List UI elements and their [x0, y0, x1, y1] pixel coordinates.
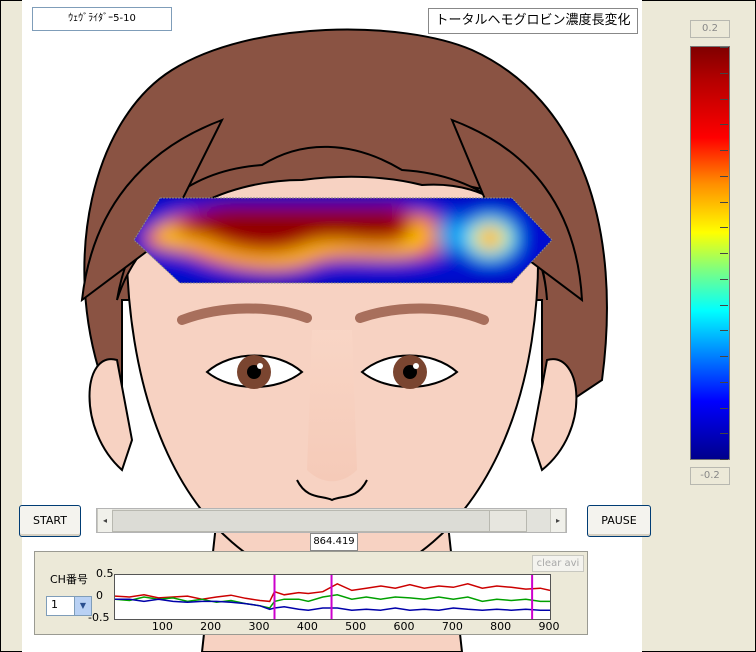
x-tick-label: 100 — [151, 620, 173, 633]
x-tick-label: 500 — [345, 620, 367, 633]
colorbar-tick — [720, 381, 728, 383]
slider-fill — [112, 510, 491, 532]
colorbar-max-label: 0.2 — [690, 20, 730, 38]
colorbar-tick — [720, 278, 728, 280]
x-tick-label: 300 — [248, 620, 270, 633]
x-tick-label: 200 — [200, 620, 222, 633]
colorbar-tick — [720, 72, 728, 74]
colorbar-tick — [720, 175, 728, 177]
colorbar-tick — [720, 150, 728, 151]
colorbar-tick — [720, 304, 728, 306]
colorbar-tick — [720, 407, 728, 409]
x-tick-label: 700 — [441, 620, 463, 633]
y-tick-label: 0.5 — [96, 567, 114, 580]
colorbar-tick — [720, 124, 728, 126]
x-tick-label: 900 — [538, 620, 560, 633]
colorbar-tick — [720, 227, 728, 229]
colorbar-tick — [720, 459, 728, 460]
x-tick-label: 400 — [296, 620, 318, 633]
slider-track[interactable] — [112, 509, 551, 532]
colorbar-tick — [720, 356, 728, 357]
colorbar-tick — [720, 330, 728, 332]
start-button[interactable]: START — [19, 505, 81, 537]
colorbar-min-label: -0.2 — [690, 467, 730, 485]
file-label: ｳｪｳﾞﾗｲﾀﾞｰ5-10 — [32, 7, 172, 31]
x-tick-label: 800 — [490, 620, 512, 633]
slider-right-arrow-icon[interactable]: ▸ — [550, 509, 566, 532]
y-tick-label: -0.5 — [88, 611, 110, 624]
y-tick-label: 0 — [96, 589, 103, 602]
colorbar-tick — [720, 98, 728, 100]
colorbar-tick — [720, 47, 728, 48]
channel-select[interactable]: 1 ▼ — [46, 596, 92, 616]
slider-left-arrow-icon[interactable]: ◂ — [97, 509, 113, 532]
colorbar-tick — [720, 433, 728, 435]
channel-value: 1 — [51, 598, 58, 611]
time-value: 864.419 — [310, 533, 358, 551]
channel-plot — [114, 574, 551, 620]
pause-button[interactable]: PAUSE — [587, 505, 651, 537]
plot-svg — [115, 575, 550, 619]
x-tick-label: 600 — [393, 620, 415, 633]
channel-label: CH番号 — [50, 573, 88, 586]
clear-avi-button[interactable]: clear avi — [532, 555, 584, 572]
map-title: トータルヘモグロビン濃度長変化 — [428, 8, 638, 34]
colorbar-tick — [720, 253, 728, 254]
slider-thumb[interactable] — [488, 510, 527, 532]
colorbar-tick — [720, 201, 728, 203]
time-slider[interactable]: ◂ ▸ — [96, 508, 567, 533]
